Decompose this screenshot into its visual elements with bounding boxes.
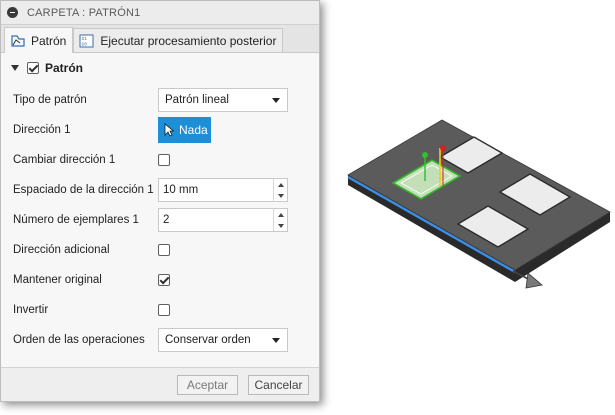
count1-spin-arrows[interactable] — [273, 209, 287, 231]
spacing1-row: Espaciado de la dirección 1 — [13, 178, 309, 202]
chevron-down-icon — [272, 98, 280, 103]
invert-label: Invertir — [13, 304, 49, 316]
cancel-button[interactable]: Cancelar — [248, 375, 309, 395]
spin-up-icon[interactable] — [274, 179, 287, 190]
spin-up-icon[interactable] — [274, 209, 287, 220]
keep-original-row: Mantener original — [13, 269, 309, 291]
spin-down-icon[interactable] — [274, 190, 287, 201]
tab-post-process[interactable]: G1 G0 Ejecutar procesamiento posterior — [73, 28, 284, 52]
pattern-type-select[interactable]: Patrón lineal — [158, 88, 288, 112]
operation-order-row: Orden de las operaciones Conservar orden — [13, 328, 309, 352]
pattern-group-header[interactable]: Patrón — [1, 56, 319, 80]
extra-direction-label: Dirección adicional — [13, 244, 110, 256]
invert-checkbox[interactable] — [158, 304, 170, 316]
dialog-footer: Aceptar Cancelar — [1, 367, 319, 401]
count1-stepper — [158, 208, 288, 232]
svg-text:G1: G1 — [82, 36, 88, 42]
pattern-group-checkbox[interactable] — [27, 62, 39, 74]
keep-original-label: Mantener original — [13, 274, 102, 286]
pattern-type-row: Tipo de patrón Patrón lineal — [13, 88, 309, 112]
flip-direction1-row: Cambiar dirección 1 — [13, 149, 309, 171]
green-axis-handle-icon[interactable] — [422, 152, 428, 158]
extra-direction-checkbox[interactable] — [158, 244, 170, 256]
tab-bar: Patrón G1 G0 Ejecutar procesamiento post… — [1, 25, 319, 53]
spacing1-spin-arrows[interactable] — [273, 179, 287, 201]
operation-order-value: Conservar orden — [165, 334, 251, 346]
direction1-select-button[interactable]: Nada — [158, 117, 211, 143]
pattern-group-label: Patrón — [45, 61, 84, 75]
spacing1-label: Espaciado de la dirección 1 — [13, 184, 154, 196]
direction-arrow-icon[interactable] — [525, 272, 543, 289]
spacing1-input[interactable] — [159, 184, 269, 196]
chevron-down-icon — [272, 338, 280, 343]
keep-original-checkbox[interactable] — [158, 274, 170, 286]
dialog-titlebar: CARPETA : PATRÓN1 — [1, 1, 319, 25]
pattern-dialog: CARPETA : PATRÓN1 Patrón G1 G0 Ejecutar … — [0, 0, 320, 402]
ok-button[interactable]: Aceptar — [177, 375, 238, 395]
3d-viewport[interactable] — [330, 105, 615, 295]
pattern-type-value: Patrón lineal — [165, 94, 229, 106]
svg-text:G0: G0 — [82, 41, 88, 47]
spacing1-stepper — [158, 178, 288, 202]
direction1-row: Dirección 1 Nada — [13, 117, 309, 143]
operation-order-label: Orden de las operaciones — [13, 334, 145, 346]
collapse-icon[interactable] — [7, 7, 18, 18]
count1-row: Número de ejemplares 1 — [13, 208, 309, 232]
spin-down-icon[interactable] — [274, 220, 287, 231]
post-process-icon: G1 G0 — [79, 34, 94, 47]
tab-pattern-label: Patrón — [31, 33, 67, 48]
expand-triangle-icon[interactable] — [11, 65, 19, 71]
pattern-icon — [11, 34, 25, 47]
pattern-type-label: Tipo de patrón — [13, 94, 87, 106]
direction1-button-label: Nada — [179, 123, 208, 137]
operation-order-select[interactable]: Conservar orden — [158, 328, 288, 352]
tab-post-process-label: Ejecutar procesamiento posterior — [100, 33, 277, 48]
red-axis-handle-icon[interactable] — [440, 145, 446, 151]
dialog-title: CARPETA : PATRÓN1 — [27, 6, 141, 19]
flip-direction1-checkbox[interactable] — [158, 154, 170, 166]
cursor-arrow-icon — [164, 123, 174, 137]
tab-pattern[interactable]: Patrón — [4, 27, 74, 53]
direction1-label: Dirección 1 — [13, 124, 71, 136]
flip-direction1-label: Cambiar dirección 1 — [13, 154, 116, 166]
count1-label: Número de ejemplares 1 — [13, 214, 139, 226]
invert-row: Invertir — [13, 299, 309, 321]
count1-input[interactable] — [159, 214, 269, 226]
extra-direction-row: Dirección adicional — [13, 239, 309, 261]
